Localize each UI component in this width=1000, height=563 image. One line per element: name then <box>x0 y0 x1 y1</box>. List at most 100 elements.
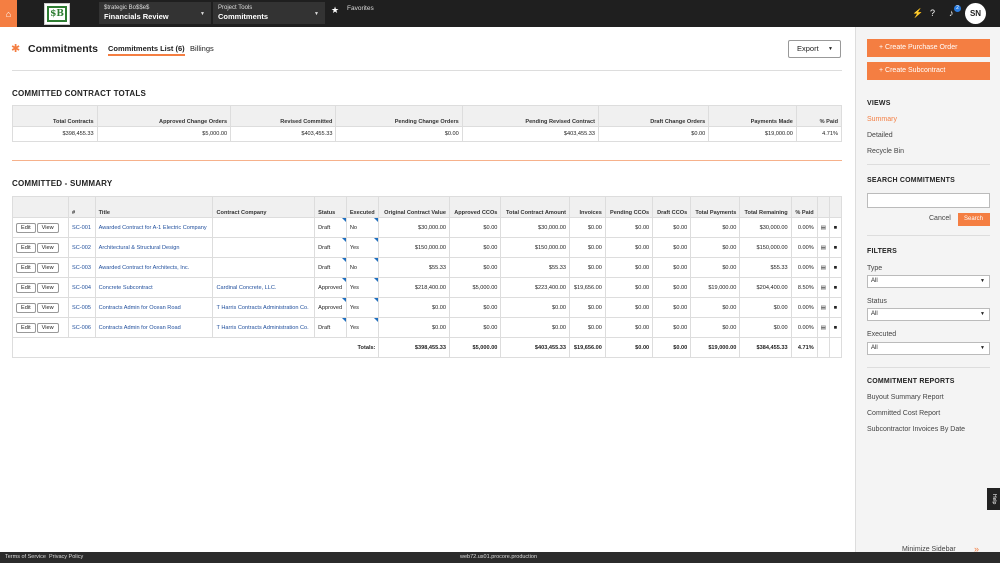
summary-header[interactable]: Original Contract Value <box>378 196 450 218</box>
summary-header[interactable]: Contract Company <box>212 196 316 218</box>
summary-total: $19,656.00 <box>569 337 606 358</box>
commitment-number-link[interactable]: SC-006 <box>68 317 96 338</box>
document-icon[interactable]: ▤ <box>816 297 831 318</box>
table-row: Edit View SC-004 Concrete Subcontract Cardin… <box>12 277 842 298</box>
commitment-number-link[interactable]: SC-003 <box>68 257 96 278</box>
cell: $19,000.00 <box>690 277 741 298</box>
cancel-button[interactable]: Cancel <box>929 215 951 222</box>
edit-button[interactable]: Edit <box>16 262 36 273</box>
edit-button[interactable]: Edit <box>16 282 36 293</box>
privacy-link[interactable]: Privacy Policy <box>49 554 83 560</box>
home-button[interactable]: ⌂ <box>0 0 17 27</box>
create-subcontract-button[interactable]: + Create Subcontract <box>867 62 990 80</box>
table-row: Edit View SC-001 Awarded Contract for A-1 E… <box>12 217 842 238</box>
view-summary[interactable]: Summary <box>867 116 897 123</box>
company-value: Financials Review <box>104 12 169 21</box>
commitment-title-link[interactable]: Awarded Contract for A-1 Electric Compan… <box>94 217 214 238</box>
cell: $0.00 <box>652 257 692 278</box>
cell: Draft <box>314 237 347 258</box>
summary-header[interactable]: Total Contract Amount <box>500 196 571 218</box>
edit-button[interactable]: Edit <box>16 242 36 253</box>
star-icon[interactable]: ★ <box>331 5 339 16</box>
project-tools-selector[interactable]: Project Tools Commitments ▼ <box>213 2 325 24</box>
executed-select[interactable]: All ▼ <box>867 342 990 355</box>
contract-company-link[interactable] <box>212 217 316 238</box>
commitment-number-link[interactable]: SC-002 <box>68 237 96 258</box>
summary-header[interactable]: Approved CCOs <box>448 196 502 218</box>
contract-company-link[interactable] <box>212 237 316 258</box>
commitment-title-link[interactable]: Contracts Admin for Ocean Road <box>94 297 214 318</box>
commitment-title-link[interactable]: Contracts Admin for Ocean Road <box>94 317 214 338</box>
report-subcontractor-invoices[interactable]: Subcontractor Invoices By Date <box>867 426 965 433</box>
terms-link[interactable]: Terms of Service <box>5 554 46 560</box>
summary-header[interactable]: % Paid <box>790 196 818 218</box>
help-tab[interactable]: Help <box>987 488 1000 510</box>
contract-company-link[interactable] <box>212 257 316 278</box>
edit-button[interactable]: Edit <box>16 302 36 313</box>
tab-commitments-list[interactable]: Commitments List (6) <box>108 44 185 56</box>
company-logo[interactable]: $B <box>44 2 70 25</box>
totals-value: $403,455.33 <box>461 126 599 142</box>
summary-header[interactable]: Status <box>314 196 347 218</box>
search-input[interactable] <box>867 193 990 208</box>
summary-header[interactable]: Title <box>94 196 214 218</box>
cell: $19,656.00 <box>569 277 606 298</box>
document-icon[interactable]: ▤ <box>816 277 831 298</box>
company-selector[interactable]: $trategic Bo$$e$ Financials Review ▼ <box>99 2 211 24</box>
view-button[interactable]: View <box>36 242 59 253</box>
summary-header[interactable]: Pending CCOs <box>604 196 654 218</box>
commitment-title-link[interactable]: Awarded Contract for Architects, Inc. <box>94 257 214 278</box>
totals-label: Totals: <box>11 337 380 358</box>
report-buyout-summary[interactable]: Buyout Summary Report <box>867 394 944 401</box>
document-icon[interactable]: ▤ <box>816 317 831 338</box>
commitment-number-link[interactable]: SC-001 <box>68 217 96 238</box>
avatar[interactable]: SN <box>965 3 986 24</box>
summary-header[interactable]: Total Payments <box>690 196 741 218</box>
commitment-title-link[interactable]: Architectural & Structural Design <box>94 237 214 258</box>
status-select[interactable]: All ▼ <box>867 308 990 321</box>
view-button[interactable]: View <box>36 282 59 293</box>
commitment-title-link[interactable]: Concrete Subcontract <box>94 277 214 298</box>
view-recycle-bin[interactable]: Recycle Bin <box>867 148 904 155</box>
summary-header[interactable]: Total Remaining <box>739 196 792 218</box>
edit-button[interactable]: Edit <box>16 222 36 233</box>
totals-value: $0.00 <box>335 126 463 142</box>
bell-icon[interactable]: ♪ <box>949 8 954 18</box>
edit-button[interactable]: Edit <box>16 322 36 333</box>
summary-header[interactable]: Draft CCOs <box>652 196 692 218</box>
contract-company-link[interactable]: Cardinal Concrete, LLC. <box>212 277 316 298</box>
view-button[interactable]: View <box>36 262 59 273</box>
document-icon[interactable]: ▤ <box>816 257 831 278</box>
document-icon[interactable]: ▤ <box>816 217 831 238</box>
summary-header[interactable]: Invoices <box>569 196 606 218</box>
commitment-number-link[interactable]: SC-004 <box>68 277 96 298</box>
contract-company-link[interactable]: T Harris Contracts Administration Co. <box>212 297 316 318</box>
totals-value: $5,000.00 <box>96 126 232 142</box>
contract-company-link[interactable]: T Harris Contracts Administration Co. <box>212 317 316 338</box>
totals-value: $19,000.00 <box>708 126 797 142</box>
commitment-number-link[interactable]: SC-005 <box>68 297 96 318</box>
row-actions: Edit View <box>12 297 69 318</box>
help-icon[interactable]: ? <box>930 8 935 18</box>
export-button[interactable]: Export ▼ <box>788 40 841 58</box>
view-button[interactable]: View <box>36 322 59 333</box>
tab-billings[interactable]: Billings <box>190 44 214 53</box>
plug-icon[interactable]: ⚡ <box>912 8 923 18</box>
search-button[interactable]: Search <box>958 213 990 226</box>
create-purchase-order-button[interactable]: + Create Purchase Order <box>867 39 990 57</box>
summary-header[interactable]: Executed <box>345 196 380 218</box>
view-button[interactable]: View <box>36 302 59 313</box>
report-committed-cost[interactable]: Committed Cost Report <box>867 410 940 417</box>
cell: Yes <box>345 277 380 298</box>
favorites-link[interactable]: Favorites <box>347 5 374 12</box>
view-detailed[interactable]: Detailed <box>867 132 893 139</box>
type-select[interactable]: All ▼ <box>867 275 990 288</box>
totals-header: Draft Change Orders <box>597 105 710 127</box>
cell: 8.50% <box>790 277 818 298</box>
table-row: Edit View SC-003 Awarded Contract for Archi… <box>12 257 842 278</box>
cell: $0.00 <box>652 317 692 338</box>
document-icon[interactable]: ▤ <box>816 237 831 258</box>
summary-header[interactable]: # <box>68 196 96 218</box>
cell: Yes <box>345 297 380 318</box>
view-button[interactable]: View <box>36 222 59 233</box>
